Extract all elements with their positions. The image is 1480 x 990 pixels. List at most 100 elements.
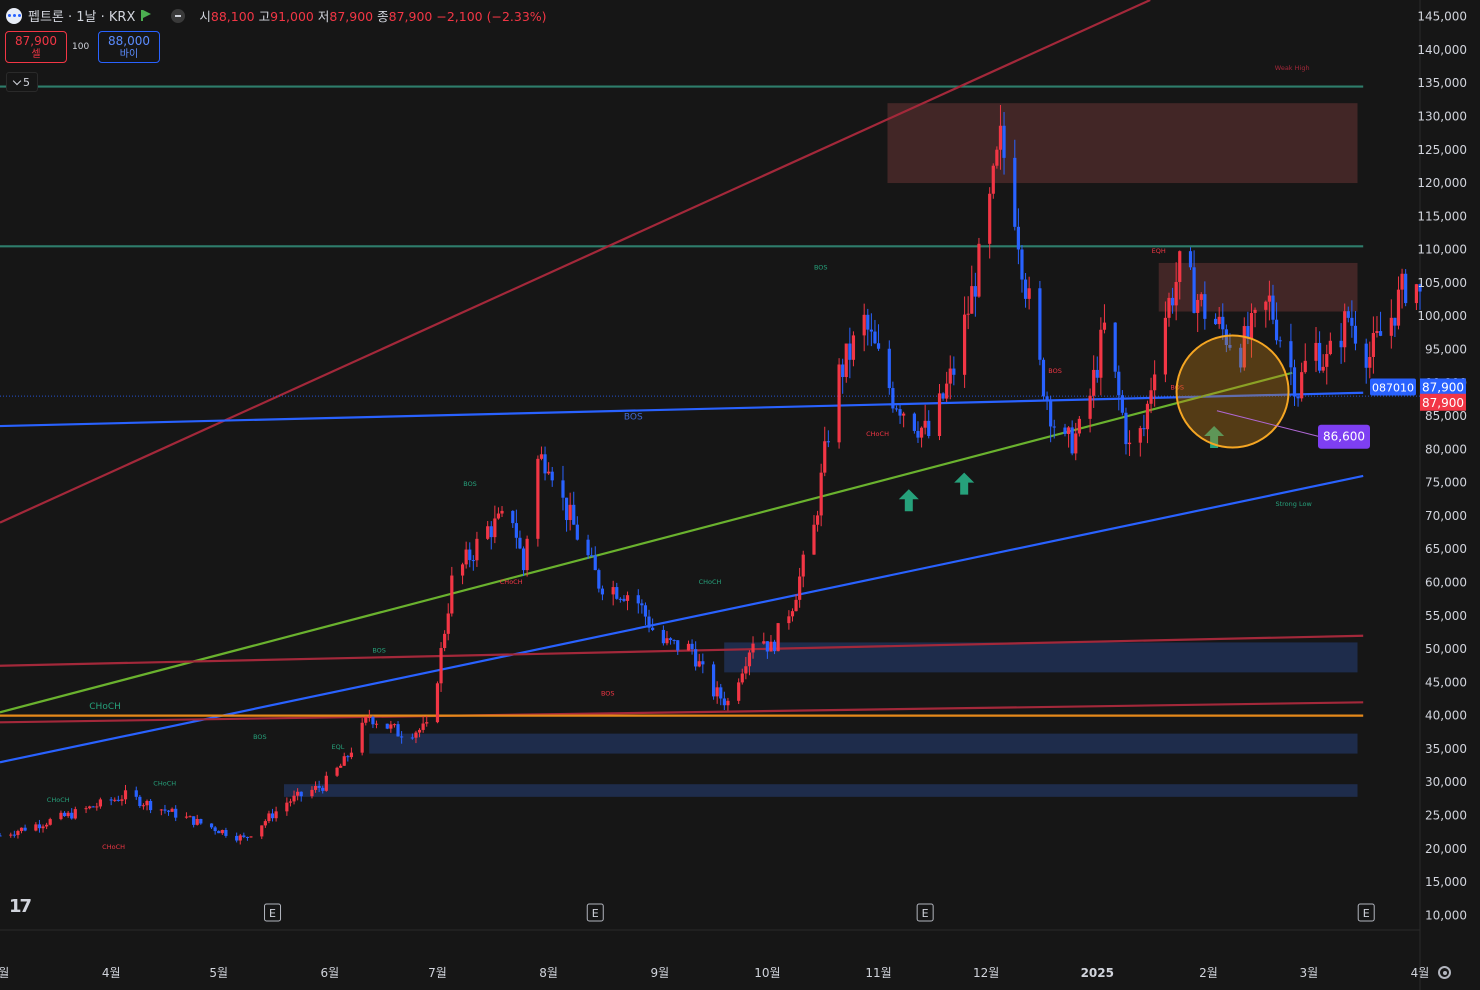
ohlc-values: 시88,100 고91,000 저87,900 종87,900 −2,100 (… <box>199 6 546 25</box>
gear-icon[interactable] <box>1438 966 1451 979</box>
candle-body <box>414 732 418 738</box>
candle-body <box>141 805 146 807</box>
candle-body <box>120 799 124 801</box>
candle-body <box>1350 317 1354 326</box>
candle-body <box>1278 340 1282 342</box>
candle-body <box>525 538 529 571</box>
candle-body <box>815 515 820 525</box>
candle-body <box>346 756 350 758</box>
candle-body <box>299 791 303 797</box>
candle-body <box>446 613 450 634</box>
candle-body <box>123 790 128 800</box>
candle-body <box>70 812 74 819</box>
hide-icon[interactable] <box>171 8 186 23</box>
candle-body <box>209 823 214 828</box>
structure-label: CHoCH <box>89 702 121 712</box>
candle-body <box>916 430 920 438</box>
candle-body <box>722 698 726 706</box>
candle-body <box>1174 281 1178 306</box>
candle-body <box>1092 369 1096 396</box>
candle-body <box>747 652 752 667</box>
candle-body <box>1002 125 1006 158</box>
last-price-label: 87,900 <box>1422 380 1464 394</box>
candle-body <box>324 775 328 791</box>
candle-body <box>371 716 375 725</box>
time-axis-tick: 11월 <box>865 966 891 980</box>
price-axis-tick: 25,000 <box>1425 809 1467 823</box>
structure-label: Strong Low <box>1275 500 1312 508</box>
candle-body <box>220 829 224 834</box>
spread-value: 100 <box>72 42 90 52</box>
candle-body <box>514 523 518 538</box>
candle-body <box>260 825 264 837</box>
candle-body <box>296 791 300 796</box>
candle-body <box>665 638 669 644</box>
close-value: 87,900 <box>388 9 433 24</box>
candle-body <box>224 829 228 836</box>
candle-body <box>991 165 995 194</box>
candle-body <box>493 518 497 538</box>
structure-label: CHoCH <box>153 780 176 788</box>
candle-body <box>159 809 163 811</box>
candle-body <box>1045 396 1049 400</box>
indicator-collapse-button[interactable]: 5 <box>6 72 38 92</box>
open-label: 시 <box>199 9 211 24</box>
candle-body <box>59 812 63 820</box>
candle-body <box>740 673 744 683</box>
candle-body <box>285 802 289 812</box>
candle-body <box>288 801 293 803</box>
candle-body <box>772 641 777 652</box>
candle-body <box>690 643 694 650</box>
structure-label: BOS <box>1048 367 1062 375</box>
structure-label: CHoCH <box>699 578 722 586</box>
candle-body <box>941 393 945 399</box>
candle-body <box>84 808 88 810</box>
candle-body <box>711 664 716 697</box>
candle-body <box>12 834 16 836</box>
candle-body <box>134 790 138 797</box>
candle-body <box>19 827 24 832</box>
price-axis-tick: 70,000 <box>1425 509 1467 523</box>
candle-body <box>73 809 77 819</box>
candle-body <box>862 314 866 336</box>
candle-body <box>238 835 242 841</box>
candle-body <box>923 420 927 428</box>
candle-body <box>902 413 906 416</box>
candle-body <box>672 640 676 642</box>
candle-body <box>686 643 691 651</box>
candle-body <box>321 787 325 791</box>
price-chart[interactable]: BOSBOSBOSBOSBOSBOSBOSBOSCHoCHCHoCHCHoCHC… <box>0 0 1480 990</box>
symbol-title[interactable]: 펩트론 · 1날 · KRX <box>28 6 135 25</box>
candle-body <box>360 722 364 753</box>
candle-body <box>787 616 791 624</box>
candle-body <box>149 800 153 811</box>
candle-body <box>625 595 630 601</box>
time-axis-tick: 7월 <box>428 966 447 980</box>
sell-label: 셀 <box>31 49 41 60</box>
candle-body <box>819 472 823 516</box>
sell-button[interactable]: 87,900 셀 <box>5 31 67 63</box>
candle-body <box>600 588 605 595</box>
candle-body <box>568 504 572 521</box>
flag-icon[interactable] <box>141 10 152 21</box>
candle-body <box>1249 312 1254 339</box>
buy-button[interactable]: 88,000 바이 <box>98 31 160 63</box>
structure-label: CHoCH <box>500 578 523 586</box>
price-axis-tick: 145,000 <box>1417 10 1467 24</box>
candle-body <box>636 595 640 604</box>
buy-price: 88,000 <box>108 34 150 48</box>
candle-body <box>937 393 942 437</box>
candle-body <box>400 736 404 738</box>
price-axis-tick: 100,000 <box>1417 309 1467 323</box>
candle-body <box>536 458 540 539</box>
candle-body <box>1253 309 1257 313</box>
tradingview-logo-icon[interactable]: 17 <box>9 896 32 917</box>
structure-label: BOS <box>463 480 477 488</box>
time-axis-tick: 2월 <box>1199 966 1218 980</box>
candle-body <box>1077 418 1081 434</box>
candle-body <box>1041 359 1046 397</box>
price-axis-tick: 125,000 <box>1417 143 1467 157</box>
candle-body <box>98 799 103 807</box>
candle-body <box>898 409 902 416</box>
candle-body <box>91 806 95 808</box>
